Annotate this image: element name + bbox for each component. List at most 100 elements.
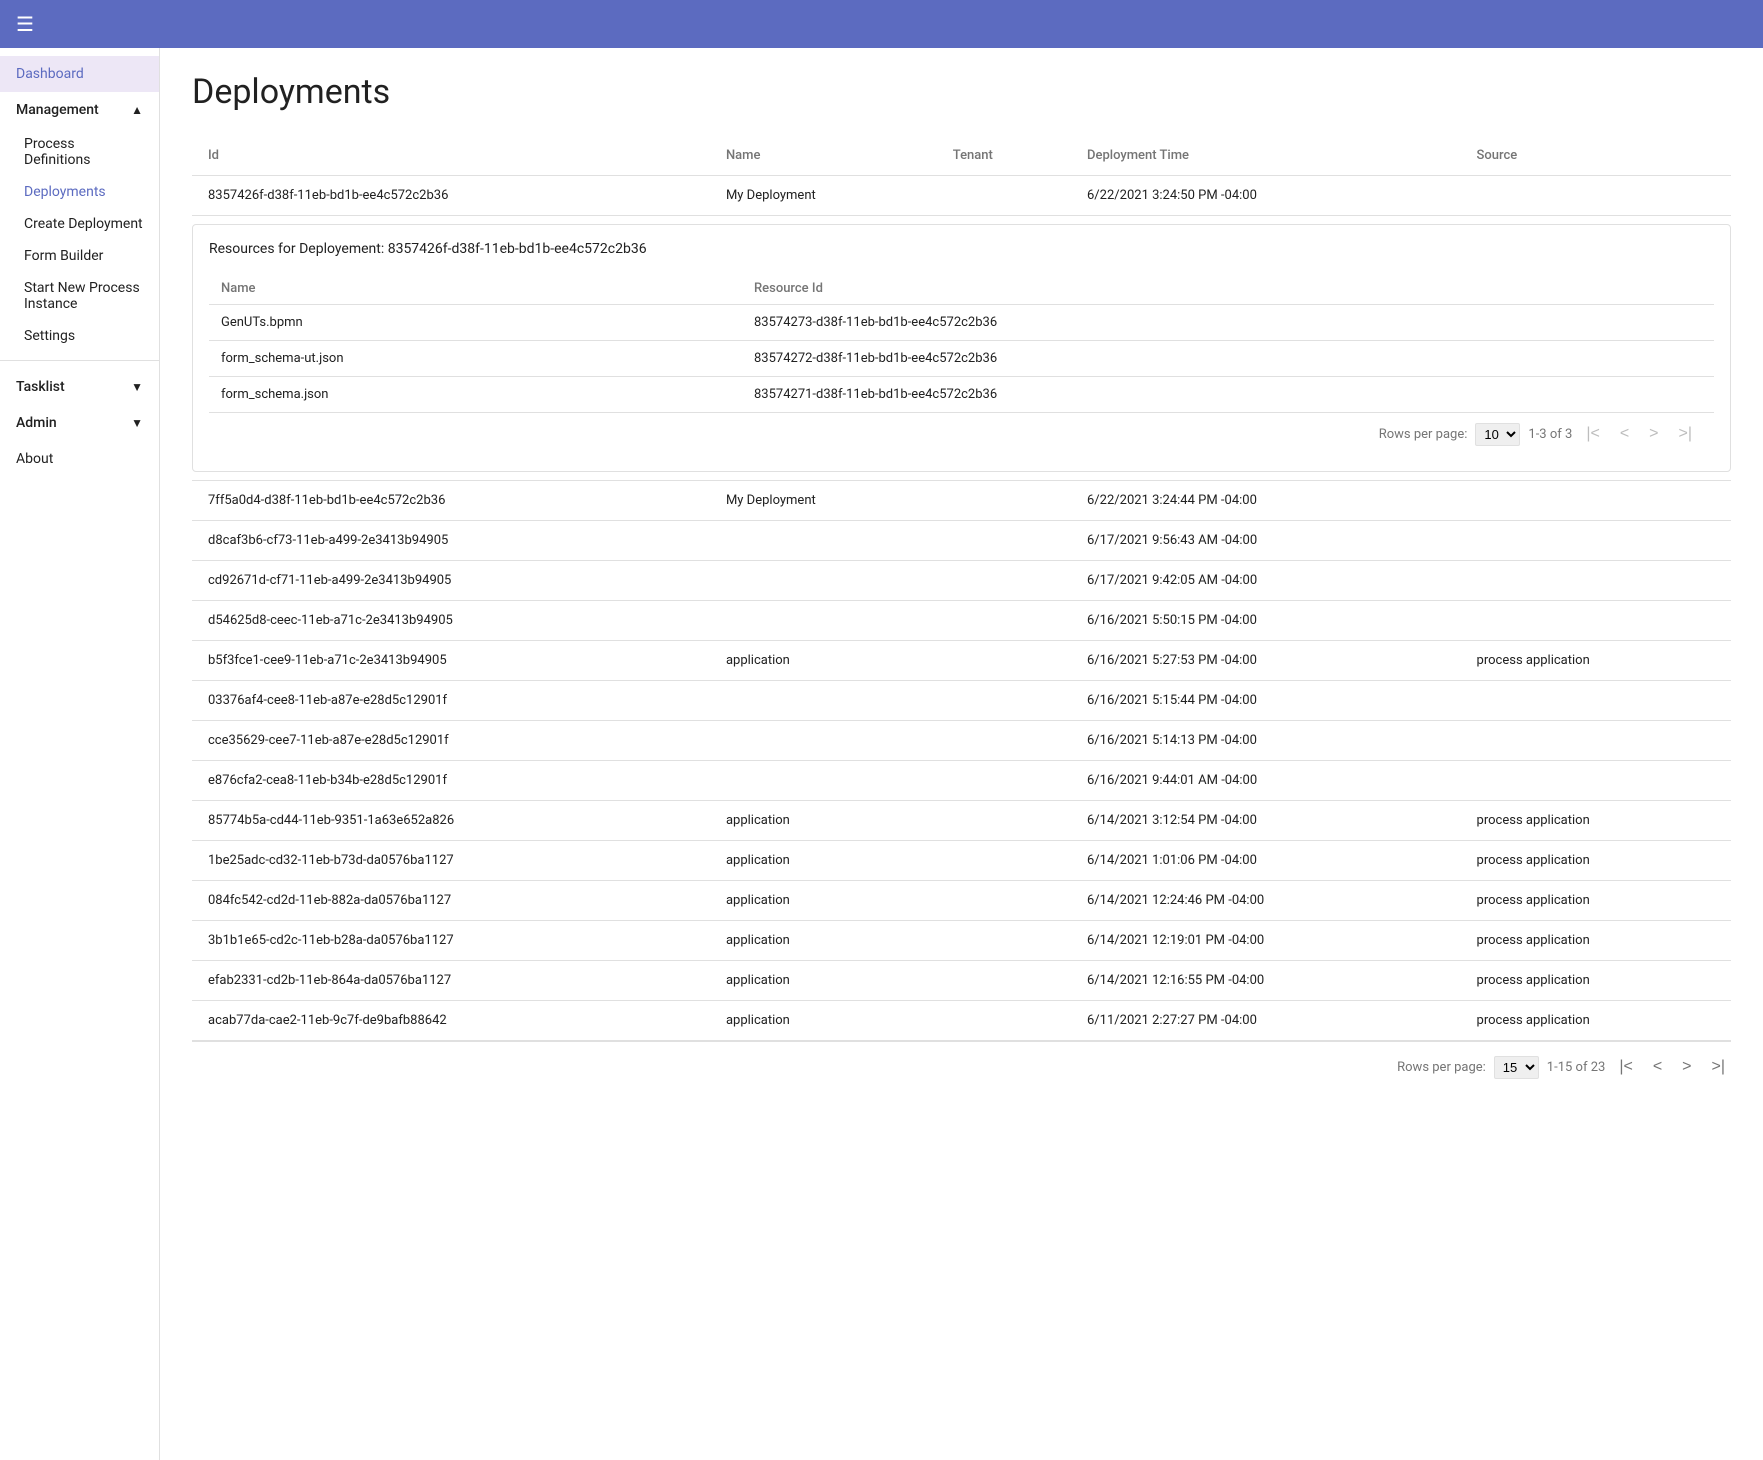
col-id: Id [192,136,710,176]
cell-deployment-time: 6/16/2021 5:14:13 PM -04:00 [1071,721,1461,761]
table-row[interactable]: d54625d8-ceec-11eb-a71c-2e3413b94905 6/1… [192,601,1731,641]
outer-rows-per-page-select[interactable]: 15 10 25 50 [1494,1056,1539,1079]
cell-id: d54625d8-ceec-11eb-a71c-2e3413b94905 [192,601,710,641]
inner-rows-per-page-select[interactable]: 10 5 25 [1475,423,1520,446]
col-deployment-time: Deployment Time [1071,136,1461,176]
cell-source [1461,521,1731,561]
cell-name: application [710,1001,937,1041]
col-name: Name [710,136,937,176]
deployments-table-container: Id Name Tenant Deployment Time Source 83… [192,136,1731,1092]
cell-tenant [937,881,1071,921]
cell-deployment-time: 6/16/2021 5:27:53 PM -04:00 [1071,641,1461,681]
table-row[interactable]: cd92671d-cf71-11eb-a499-2e3413b94905 6/1… [192,561,1731,601]
cell-source [1461,176,1731,216]
inner-pagination-range: 1-3 of 3 [1528,427,1572,442]
cell-deployment-time: 6/14/2021 3:12:54 PM -04:00 [1071,801,1461,841]
cell-id: 85774b5a-cd44-11eb-9351-1a63e652a826 [192,801,710,841]
table-row[interactable]: acab77da-cae2-11eb-9c7f-de9bafb88642 app… [192,1001,1731,1041]
expanded-cell: Resources for Deployement: 8357426f-d38f… [192,216,1731,481]
sidebar-item-about[interactable]: About [0,441,159,477]
inner-cell-resource-id: 83574273-d38f-11eb-bd1b-ee4c572c2b36 [742,305,1714,341]
cell-source [1461,721,1731,761]
cell-tenant [937,721,1071,761]
cell-name [710,721,937,761]
cell-name: application [710,801,937,841]
cell-id: 8357426f-d38f-11eb-bd1b-ee4c572c2b36 [192,176,710,216]
table-row[interactable]: 03376af4-cee8-11eb-a87e-e28d5c12901f 6/1… [192,681,1731,721]
outer-first-page-button[interactable]: |< [1613,1054,1639,1080]
table-row[interactable]: d8caf3b6-cf73-11eb-a499-2e3413b94905 6/1… [192,521,1731,561]
cell-tenant [937,681,1071,721]
inner-cell-resource-id: 83574272-d38f-11eb-bd1b-ee4c572c2b36 [742,341,1714,377]
cell-name [710,681,937,721]
outer-last-page-button[interactable]: >| [1706,1054,1732,1080]
outer-next-page-button[interactable]: > [1676,1054,1697,1080]
inner-rows-per-page-label: Rows per page: [1379,427,1468,442]
cell-tenant [937,481,1071,521]
expanded-panel-title: Resources for Deployement: 8357426f-d38f… [209,241,1714,257]
cell-deployment-time: 6/16/2021 5:15:44 PM -04:00 [1071,681,1461,721]
sidebar-item-management[interactable]: Management ▲ [0,92,159,128]
table-row[interactable]: 084fc542-cd2d-11eb-882a-da0576ba1127 app… [192,881,1731,921]
cell-deployment-time: 6/16/2021 5:50:15 PM -04:00 [1071,601,1461,641]
sidebar-item-create-deployment[interactable]: Create Deployment [0,208,159,240]
inner-table: Name Resource Id GenUTs.bpmn 83574273-d3… [209,273,1714,413]
cell-deployment-time: 6/14/2021 12:19:01 PM -04:00 [1071,921,1461,961]
inner-next-page-button[interactable]: > [1643,421,1664,447]
cell-source: process application [1461,961,1731,1001]
table-row[interactable]: 8357426f-d38f-11eb-bd1b-ee4c572c2b36 My … [192,176,1731,216]
cell-name: application [710,881,937,921]
outer-rows-per-page-label: Rows per page: [1397,1060,1486,1075]
cell-tenant [937,176,1071,216]
cell-name: application [710,641,937,681]
cell-name: application [710,921,937,961]
inner-col-name: Name [209,273,742,305]
inner-cell-resource-id: 83574271-d38f-11eb-bd1b-ee4c572c2b36 [742,377,1714,413]
sidebar-item-dashboard[interactable]: Dashboard [0,56,159,92]
expanded-panel: Resources for Deployement: 8357426f-d38f… [192,224,1731,472]
cell-tenant [937,601,1071,641]
cell-source [1461,481,1731,521]
table-row[interactable]: b5f3fce1-cee9-11eb-a71c-2e3413b94905 app… [192,641,1731,681]
cell-deployment-time: 6/16/2021 9:44:01 AM -04:00 [1071,761,1461,801]
table-body: 8357426f-d38f-11eb-bd1b-ee4c572c2b36 My … [192,176,1731,1041]
cell-id: e876cfa2-cea8-11eb-b34b-e28d5c12901f [192,761,710,801]
sidebar-item-start-new-process[interactable]: Start New Process Instance [0,272,159,320]
chevron-down-icon: ▼ [131,380,143,394]
table-row[interactable]: 3b1b1e65-cd2c-11eb-b28a-da0576ba1127 app… [192,921,1731,961]
table-row[interactable]: cce35629-cee7-11eb-a87e-e28d5c12901f 6/1… [192,721,1731,761]
cell-name: application [710,961,937,1001]
cell-name: My Deployment [710,481,937,521]
cell-id: acab77da-cae2-11eb-9c7f-de9bafb88642 [192,1001,710,1041]
cell-id: 1be25adc-cd32-11eb-b73d-da0576ba1127 [192,841,710,881]
sidebar-item-admin[interactable]: Admin ▼ [0,405,159,441]
inner-last-page-button[interactable]: >| [1673,421,1699,447]
sidebar-item-form-builder[interactable]: Form Builder [0,240,159,272]
cell-deployment-time: 6/17/2021 9:42:05 AM -04:00 [1071,561,1461,601]
sidebar: Dashboard Management ▲ Process Definitio… [0,48,160,1460]
inner-table-row: form_schema.json 83574271-d38f-11eb-bd1b… [209,377,1714,413]
expanded-row: Resources for Deployement: 8357426f-d38f… [192,216,1731,481]
table-row[interactable]: e876cfa2-cea8-11eb-b34b-e28d5c12901f 6/1… [192,761,1731,801]
cell-tenant [937,521,1071,561]
menu-icon[interactable]: ☰ [16,12,34,36]
table-row[interactable]: efab2331-cd2b-11eb-864a-da0576ba1127 app… [192,961,1731,1001]
cell-id: efab2331-cd2b-11eb-864a-da0576ba1127 [192,961,710,1001]
inner-prev-page-button[interactable]: < [1614,421,1635,447]
table-row[interactable]: 7ff5a0d4-d38f-11eb-bd1b-ee4c572c2b36 My … [192,481,1731,521]
inner-first-page-button[interactable]: |< [1580,421,1606,447]
cell-deployment-time: 6/14/2021 1:01:06 PM -04:00 [1071,841,1461,881]
sidebar-item-settings[interactable]: Settings [0,320,159,352]
cell-source: process application [1461,641,1731,681]
outer-prev-page-button[interactable]: < [1647,1054,1668,1080]
sidebar-item-process-definitions[interactable]: Process Definitions [0,128,159,176]
table-header: Id Name Tenant Deployment Time Source [192,136,1731,176]
table-row[interactable]: 1be25adc-cd32-11eb-b73d-da0576ba1127 app… [192,841,1731,881]
sidebar-item-deployments[interactable]: Deployments [0,176,159,208]
cell-source [1461,561,1731,601]
cell-deployment-time: 6/14/2021 12:16:55 PM -04:00 [1071,961,1461,1001]
cell-source [1461,601,1731,641]
table-row[interactable]: 85774b5a-cd44-11eb-9351-1a63e652a826 app… [192,801,1731,841]
sidebar-item-tasklist[interactable]: Tasklist ▼ [0,369,159,405]
cell-id: 084fc542-cd2d-11eb-882a-da0576ba1127 [192,881,710,921]
